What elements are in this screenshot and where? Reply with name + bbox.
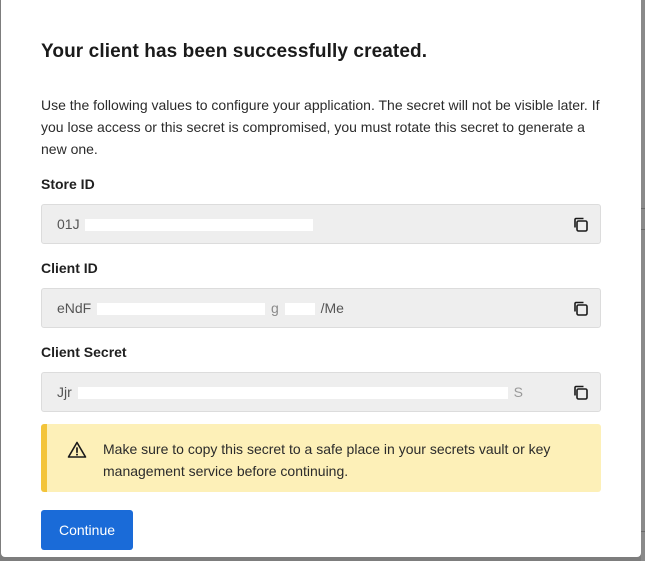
modal-description: Use the following values to configure yo… xyxy=(41,97,600,157)
warning-callout: Make sure to copy this secret to a safe … xyxy=(41,424,601,492)
store-id-field[interactable]: 01J xyxy=(41,204,601,244)
copy-store-id-button[interactable] xyxy=(570,214,590,234)
redaction-mask xyxy=(97,303,266,316)
client-secret-value: Jjr S xyxy=(57,384,523,400)
modal-title: Your client has been successfully create… xyxy=(41,41,428,62)
warning-triangle-icon xyxy=(67,441,87,458)
copy-client-secret-button[interactable] xyxy=(570,382,590,402)
client-id-value-end: /Me xyxy=(320,300,344,316)
store-id-label: Store ID xyxy=(41,176,95,192)
copy-client-id-button[interactable] xyxy=(570,298,590,318)
client-id-field[interactable]: eNdF g /Me xyxy=(41,288,601,328)
client-created-modal: Your client has been successfully create… xyxy=(1,0,641,557)
client-secret-field[interactable]: Jjr S xyxy=(41,372,601,412)
redaction-mask xyxy=(284,303,315,316)
client-id-value-start: eNdF xyxy=(57,300,92,316)
copy-icon xyxy=(573,301,588,316)
backdrop-divider xyxy=(641,229,645,230)
client-secret-value-end: S xyxy=(513,384,523,400)
client-secret-value-start: Jjr xyxy=(57,384,72,400)
client-id-label: Client ID xyxy=(41,260,98,276)
store-id-value-start: 01J xyxy=(57,216,80,232)
client-secret-label: Client Secret xyxy=(41,344,127,360)
redaction-mask xyxy=(77,387,508,400)
copy-icon xyxy=(573,385,588,400)
client-id-value: eNdF g /Me xyxy=(57,300,344,316)
backdrop xyxy=(641,0,645,561)
redaction-mask xyxy=(85,219,314,232)
store-id-value: 01J xyxy=(57,216,315,232)
backdrop-divider xyxy=(641,208,645,209)
warning-text: Make sure to copy this secret to a safe … xyxy=(103,441,551,479)
backdrop-divider xyxy=(641,531,645,532)
continue-button[interactable]: Continue xyxy=(41,510,133,550)
copy-icon xyxy=(573,217,588,232)
